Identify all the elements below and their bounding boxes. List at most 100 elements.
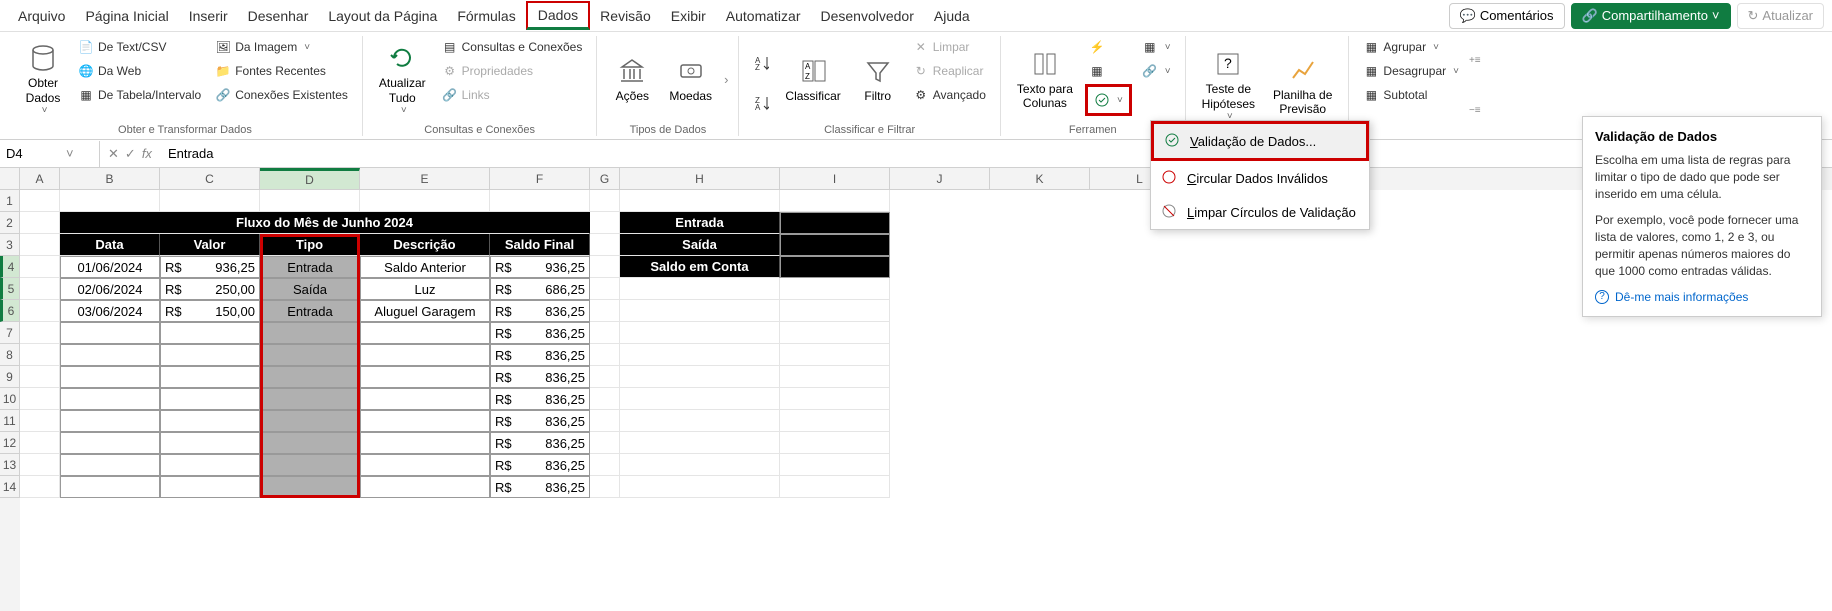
cell[interactable] <box>620 300 780 322</box>
cell[interactable]: Entrada <box>260 300 360 322</box>
cell[interactable] <box>260 432 360 454</box>
sort-asc-button[interactable]: AZ <box>749 52 773 74</box>
cell[interactable] <box>590 256 620 278</box>
cell[interactable]: R$836,25 <box>490 366 590 388</box>
menu-dados[interactable]: Dados <box>526 1 590 30</box>
flash-fill-button[interactable]: ⚡ <box>1085 36 1132 58</box>
currency-button[interactable]: Moedas <box>663 36 718 122</box>
cell[interactable] <box>20 432 60 454</box>
menu-pagina-inicial[interactable]: Página Inicial <box>75 4 178 28</box>
show-detail-icon[interactable]: +≡ <box>1469 55 1481 66</box>
col-header[interactable]: E <box>360 168 490 190</box>
from-image-button[interactable]: 🖼Da Imagem <box>211 36 352 58</box>
cell[interactable] <box>590 432 620 454</box>
chevron-down-icon[interactable]: ˅ <box>66 146 74 161</box>
cell[interactable] <box>490 190 590 212</box>
cell[interactable] <box>20 344 60 366</box>
cell[interactable] <box>360 432 490 454</box>
subtotal-button[interactable]: ▦Subtotal <box>1359 84 1463 106</box>
sort-desc-button[interactable]: ZA <box>749 92 773 114</box>
cell[interactable] <box>780 344 890 366</box>
cell[interactable]: R$836,25 <box>490 322 590 344</box>
fx-icon[interactable]: fx <box>142 146 152 161</box>
tooltip-more-info-link[interactable]: ? Dê-me mais informações <box>1595 290 1809 304</box>
row-header[interactable]: 9 <box>0 366 20 388</box>
cell[interactable] <box>620 388 780 410</box>
row-header[interactable]: 12 <box>0 432 20 454</box>
row-header[interactable]: 13 <box>0 454 20 476</box>
col-header[interactable]: I <box>780 168 890 190</box>
data-validation-button[interactable] <box>1090 89 1127 111</box>
cell[interactable] <box>160 388 260 410</box>
cell[interactable]: R$836,25 <box>490 388 590 410</box>
col-header[interactable]: J <box>890 168 990 190</box>
cell[interactable]: 03/06/2024 <box>60 300 160 322</box>
cell[interactable] <box>160 322 260 344</box>
cell[interactable] <box>260 410 360 432</box>
cell[interactable] <box>620 278 780 300</box>
menu-exibir[interactable]: Exibir <box>661 4 716 28</box>
queries-connections-button[interactable]: ▤Consultas e Conexões <box>438 36 587 58</box>
cell[interactable] <box>60 454 160 476</box>
clear-circles-option[interactable]: Limpar Círculos de Validação <box>1151 195 1369 229</box>
chevron-right-icon[interactable]: › <box>724 72 728 87</box>
row-header[interactable]: 3 <box>0 234 20 256</box>
menu-inserir[interactable]: Inserir <box>179 4 238 28</box>
cell[interactable] <box>360 190 490 212</box>
clear-filter-button[interactable]: ✕Limpar <box>909 36 990 58</box>
cell[interactable] <box>780 190 890 212</box>
table-title[interactable]: Fluxo do Mês de Junho 2024 <box>60 212 590 234</box>
row-header[interactable]: 4 <box>0 256 20 278</box>
cell[interactable] <box>20 278 60 300</box>
cell[interactable] <box>160 432 260 454</box>
cell[interactable] <box>780 322 890 344</box>
menu-automatizar[interactable]: Automatizar <box>716 4 811 28</box>
cell[interactable]: R$936,25 <box>490 256 590 278</box>
menu-arquivo[interactable]: Arquivo <box>8 4 75 28</box>
cell[interactable]: Saída <box>260 278 360 300</box>
cell[interactable] <box>260 190 360 212</box>
row-header[interactable]: 2 <box>0 212 20 234</box>
cell[interactable] <box>360 476 490 498</box>
cell[interactable] <box>590 322 620 344</box>
circle-invalid-option[interactable]: Circular Dados Inválidos <box>1151 161 1369 195</box>
col-header[interactable]: A <box>20 168 60 190</box>
cell[interactable] <box>590 190 620 212</box>
cell[interactable] <box>260 476 360 498</box>
enter-icon[interactable]: ✓ <box>125 146 136 162</box>
cell[interactable] <box>360 410 490 432</box>
col-header[interactable]: K <box>990 168 1090 190</box>
cell[interactable] <box>260 344 360 366</box>
cell[interactable] <box>160 190 260 212</box>
cell[interactable]: Saldo em Conta <box>620 256 780 278</box>
data-validation-option[interactable]: Validação de Dados... <box>1151 121 1369 161</box>
hide-detail-icon[interactable]: −≡ <box>1469 105 1481 116</box>
cell[interactable] <box>590 410 620 432</box>
cell[interactable] <box>780 388 890 410</box>
from-web-button[interactable]: 🌐Da Web <box>74 60 205 82</box>
cell[interactable] <box>60 432 160 454</box>
row-header[interactable]: 1 <box>0 190 20 212</box>
cell[interactable] <box>20 256 60 278</box>
sort-button[interactable]: AZ Classificar <box>779 36 846 122</box>
table-header[interactable]: Valor <box>160 234 260 256</box>
refresh-button[interactable]: ↻Atualizar <box>1737 3 1824 29</box>
cell[interactable] <box>590 234 620 256</box>
cell[interactable] <box>780 410 890 432</box>
reapply-button[interactable]: ↻Reaplicar <box>909 60 990 82</box>
cell[interactable] <box>360 454 490 476</box>
cell[interactable] <box>20 476 60 498</box>
cell[interactable]: Luz <box>360 278 490 300</box>
cell[interactable] <box>60 366 160 388</box>
cell[interactable] <box>160 344 260 366</box>
cell[interactable] <box>620 432 780 454</box>
cancel-icon[interactable]: ✕ <box>108 146 119 162</box>
filter-button[interactable]: Filtro <box>853 36 903 122</box>
cell[interactable] <box>260 322 360 344</box>
cell[interactable] <box>160 410 260 432</box>
row-header[interactable]: 5 <box>0 278 20 300</box>
cell[interactable] <box>60 344 160 366</box>
menu-desenvolvedor[interactable]: Desenvolvedor <box>810 4 923 28</box>
cell[interactable] <box>360 322 490 344</box>
cell[interactable] <box>780 476 890 498</box>
